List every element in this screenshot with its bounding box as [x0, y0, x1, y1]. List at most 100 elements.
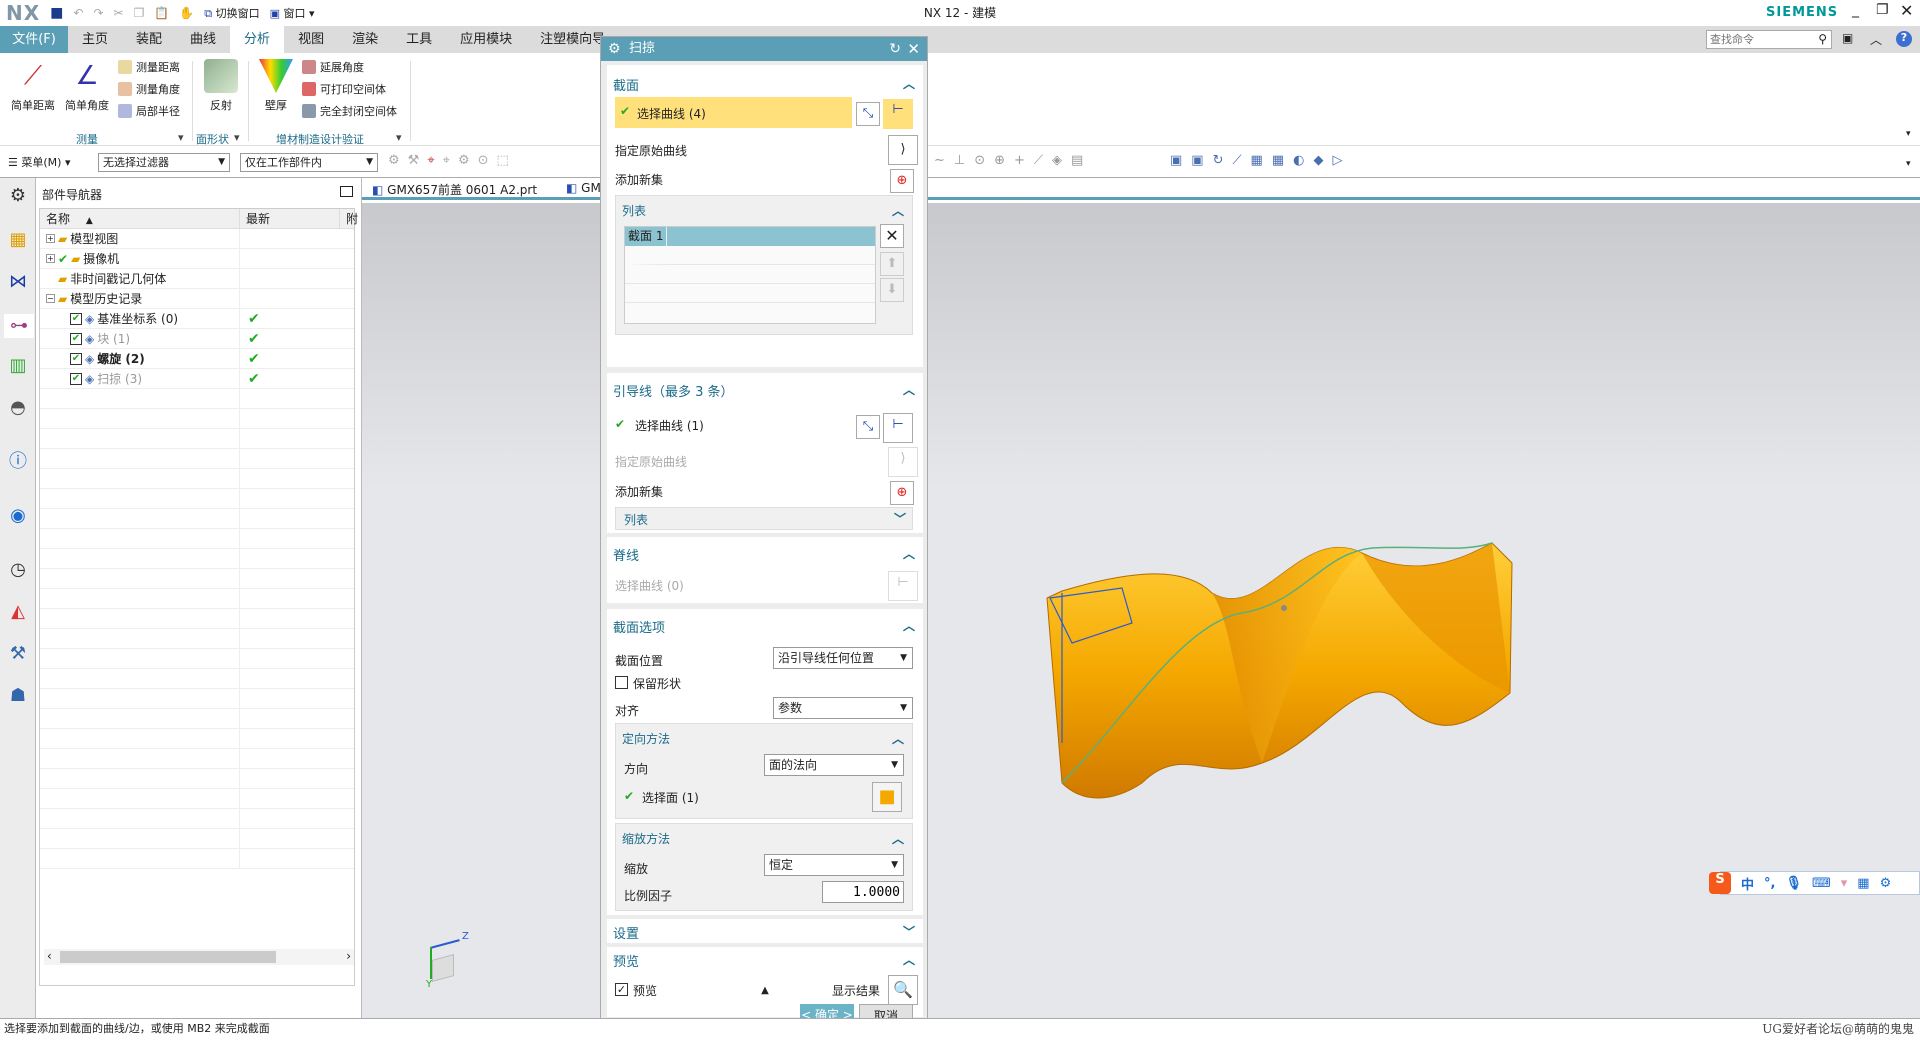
curve-rule-button[interactable]: ⊢ [883, 99, 913, 129]
ribbon-tab[interactable]: 主页 [68, 26, 122, 53]
tree-item[interactable]: + ✔ ▰ 摄像机 [40, 248, 354, 269]
collapse-dialog-icon[interactable]: ▲ [757, 985, 773, 996]
selection-filter-dropdown[interactable]: 无选择过滤器 ▼ [98, 153, 230, 172]
measure-distance-button[interactable]: 测量距离 [118, 57, 180, 77]
horizontal-scrollbar[interactable]: ‹ › [44, 949, 354, 965]
menu-button[interactable]: ☰ 菜单(M) ▾ [8, 154, 70, 170]
ribbon-options-icon[interactable]: ▾ [1906, 129, 1911, 139]
preserve-shape-checkbox[interactable] [615, 676, 628, 689]
section-header[interactable]: 截面 [613, 75, 639, 94]
reverse-direction-button[interactable]: ⤡ [856, 415, 880, 439]
part-navigator-icon[interactable]: ⊶ [4, 314, 34, 338]
tree-item[interactable]: ✔ ◈ 扫掠 (3) ✔ [40, 368, 354, 389]
chevron-up-icon[interactable]: ︿ [903, 951, 915, 968]
ribbon-tab[interactable]: 装配 [122, 26, 176, 53]
ime-toolbar[interactable]: S 中 °, 🎙 ⌨ ▾ ▦ ⚙ [1709, 871, 1920, 895]
guide-select-curve[interactable]: 选择曲线 (1) [635, 417, 704, 434]
remove-section-button[interactable]: ✕ [880, 224, 904, 248]
visibility-checkbox[interactable]: ✔ [70, 372, 82, 385]
select-face[interactable]: 选择面 (1) [642, 789, 699, 806]
chevron-up-icon[interactable]: ︿ [903, 75, 915, 92]
search-icon[interactable]: ⚲ [1818, 32, 1827, 46]
simple-angle-button[interactable]: ∠ 简单角度 [62, 59, 112, 113]
roles-icon[interactable]: ☗ [6, 684, 30, 708]
visibility-checkbox[interactable]: ✔ [70, 312, 82, 325]
tree-item[interactable]: ✔ ◈ 块 (1) ✔ [40, 328, 354, 349]
spine-header[interactable]: 脊线 [613, 545, 639, 564]
chevron-up-icon[interactable]: ︿ [903, 545, 915, 562]
punctuation-icon[interactable]: °, [1764, 876, 1775, 891]
orientation-header[interactable]: 定向方法 [622, 730, 670, 747]
help-icon[interactable]: ? [1896, 31, 1912, 47]
visibility-checkbox[interactable]: ✔ [70, 332, 82, 345]
ribbon-tab[interactable]: 曲线 [176, 26, 230, 53]
chevron-up-icon[interactable]: ︿ [892, 730, 904, 747]
ribbon-tab[interactable]: 分析 [230, 26, 285, 53]
column-header-latest[interactable]: 最新 [240, 209, 340, 228]
doc-tab[interactable]: ◧ GM [566, 181, 601, 195]
reuse-library-icon[interactable]: ▥ [6, 354, 30, 378]
group-am-more[interactable]: ▾ [396, 131, 402, 144]
keyboard-icon[interactable]: ⌨ [1812, 876, 1831, 891]
list-row[interactable]: 截面 1 [625, 227, 875, 246]
toolbar-options-icon[interactable]: ▾ [1906, 159, 1911, 169]
face-select-button[interactable]: ■ [872, 782, 902, 812]
list-header[interactable]: 列表 [622, 202, 646, 219]
expand-toggle[interactable]: − [46, 294, 55, 303]
chevron-up-icon[interactable]: ︿ [903, 617, 915, 634]
tree-item[interactable]: + ▰ 模型视图 [40, 228, 354, 249]
ribbon-tab[interactable]: 渲染 [338, 26, 392, 53]
tree-item[interactable]: − ▰ 模型历史记录 [40, 288, 354, 309]
snap-tools-icons[interactable]: ∼⊥⊙⊕+⟋◈▤ [934, 153, 1092, 168]
section-position-dropdown[interactable]: 沿引导线任何位置 ▼ [773, 647, 913, 669]
history-icon[interactable]: ◷ [6, 558, 30, 582]
wall-thickness-button[interactable]: 壁厚 [254, 59, 298, 113]
scale-factor-input[interactable] [822, 881, 904, 903]
section-select-curve[interactable]: ✔ 选择曲线 (4) [615, 97, 852, 128]
command-search[interactable]: ⚲ [1706, 30, 1832, 49]
view-tools-icons[interactable]: ▣▣↻⟋▦▦◐◆▷ [1170, 153, 1351, 168]
group-measure-more[interactable]: ▾ [178, 131, 184, 144]
chevron-down-icon[interactable]: ﹀ [903, 923, 915, 940]
scrollbar-thumb[interactable] [60, 951, 276, 963]
sweep-model[interactable] [362, 203, 1920, 1018]
full-screen-icon[interactable]: ▣ [1842, 31, 1853, 45]
ime-settings-icon[interactable]: ⚙ [1880, 876, 1892, 891]
ribbon-tab[interactable]: 视图 [284, 26, 338, 53]
preview-header[interactable]: 预览 [613, 951, 639, 970]
minimize-button[interactable]: _ [1852, 2, 1859, 18]
selection-scope-dropdown[interactable]: 仅在工作部件内 ▼ [240, 153, 378, 172]
guide-list-collapsed[interactable]: 列表 ﹀ [615, 507, 913, 530]
scroll-left-icon[interactable]: ‹ [47, 949, 52, 963]
doc-tab[interactable]: ◧ GMX657前盖 0601 A2.prt [372, 181, 537, 198]
printable-volume-button[interactable]: 可打印空间体 [302, 79, 386, 99]
maximize-navigator-icon[interactable] [340, 186, 353, 197]
scroll-right-icon[interactable]: › [346, 949, 351, 963]
show-result-button[interactable]: 🔍 [888, 975, 918, 1005]
enclosed-volume-button[interactable]: 完全封闭空间体 [302, 101, 397, 121]
reset-icon[interactable]: ↻ [889, 37, 901, 61]
settings-group[interactable]: 设置 ﹀ [607, 919, 923, 943]
ribbon-tab[interactable]: 工具 [392, 26, 446, 53]
preview-checkbox[interactable]: ✓ [615, 983, 628, 996]
selection-tools-icons[interactable]: ⚙⚒⌖⌖⚙⊙⬚ [388, 153, 517, 168]
visibility-checkbox[interactable]: ✔ [70, 352, 82, 365]
command-search-input[interactable] [1707, 31, 1807, 48]
chevron-up-icon[interactable]: ︿ [892, 202, 904, 219]
guide-add-set-button[interactable]: ⊕ [890, 481, 914, 505]
microphone-icon[interactable]: 🎙 [1785, 876, 1802, 891]
guide-header[interactable]: 引导线（最多 3 条） [613, 381, 734, 400]
expand-toggle[interactable]: + [46, 234, 55, 243]
expand-toggle[interactable]: + [46, 254, 55, 263]
tree-item[interactable]: ✔ ◈ 螺旋 (2) ✔ [40, 348, 354, 369]
direction-dropdown[interactable]: 面的法向 ▼ [764, 754, 904, 776]
ime-chinese-mode[interactable]: 中 [1741, 874, 1754, 893]
options-header[interactable]: 截面选项 [613, 617, 665, 636]
web-browser-icon[interactable]: ◉ [6, 504, 30, 528]
scale-dropdown[interactable]: 恒定 ▼ [764, 854, 904, 876]
chevron-up-icon[interactable]: ︿ [903, 381, 915, 398]
ribbon-tab[interactable]: 文件(F) [0, 26, 68, 53]
toolbox-icon[interactable]: ▦ [1857, 876, 1869, 891]
info-icon[interactable]: ⓘ [6, 450, 30, 474]
tree-item[interactable]: ✔ ◈ 基准坐标系 (0) ✔ [40, 308, 354, 329]
